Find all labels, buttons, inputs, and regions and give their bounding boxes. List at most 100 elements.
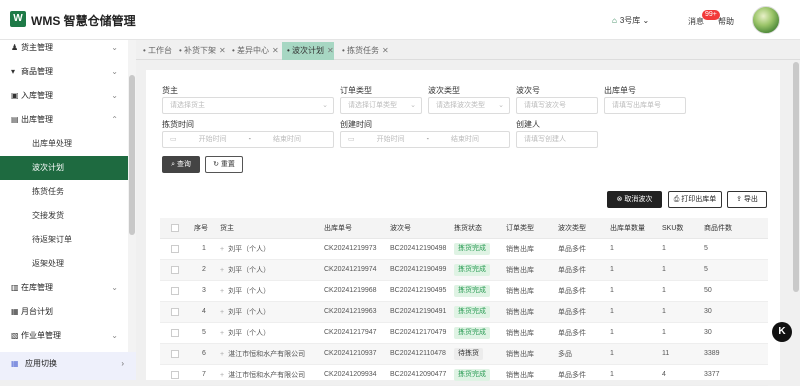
sidebar-item-handover[interactable]: 交接发货 [0, 204, 128, 228]
help-link[interactable]: 帮助 [718, 16, 734, 27]
app-switch[interactable]: ▦ 应用切换 › [0, 352, 136, 380]
query-button[interactable]: ⌕ 查询 [162, 156, 200, 173]
row-wave-type: 单品多件 [556, 238, 608, 260]
select-all-checkbox[interactable] [160, 218, 192, 239]
close-icon[interactable]: ✕ [272, 46, 279, 55]
creator-input[interactable]: 请填写创建人 [516, 131, 598, 148]
row-checkbox[interactable] [160, 259, 192, 281]
row-wave-no: BC202412170479 [388, 322, 452, 344]
sidebar-item-inventory[interactable]: ▥ 在库管理 ⌄ [0, 276, 128, 300]
warehouse-selector[interactable]: ⌂ 3号库 ⌄ [612, 15, 649, 26]
table-row[interactable]: 2 + 刘平（个人） CK20241219974 BC202412190499 拣货完成 销… [160, 259, 768, 281]
expand-icon[interactable]: + [220, 246, 224, 253]
row-owner-cell: + 刘平（个人） [218, 238, 322, 260]
sidebar-item-return-process[interactable]: 返架处理 [0, 252, 128, 276]
pick-time-range[interactable]: ▭ 开始时间 - 结束时间 [162, 131, 334, 148]
row-order-type: 销售出库 [504, 259, 556, 281]
sidebar-item-wave-plan[interactable]: 波次计划 [0, 156, 128, 180]
messages-link[interactable]: 消息 [688, 16, 704, 27]
status-badge: 拣货完成 [454, 242, 490, 255]
sidebar-item-picking-task[interactable]: 拣货任务 [0, 180, 128, 204]
sidebar-item-inbound[interactable]: ▣ 入库管理 ⌄ [0, 84, 128, 108]
app-logo: W [10, 11, 26, 27]
close-icon[interactable]: ✕ [327, 46, 334, 55]
wave-no-label: 波次号 [516, 86, 540, 95]
tab-replenish[interactable]: • 补货下架 ✕ [174, 42, 226, 60]
row-no: 3 [192, 280, 218, 302]
table-row[interactable]: 5 + 刘平（个人） CK20241217947 BC202412170479 拣货完成 销… [160, 322, 768, 344]
outbound-no-label: 出库单号 [604, 86, 636, 95]
tab-wave-plan[interactable]: • 波次计划 ✕ [282, 42, 334, 60]
wave-type-select[interactable]: 请选择波次类型 ⌄ [428, 97, 510, 114]
row-wave-no: BC202412190499 [388, 259, 452, 281]
row-checkbox[interactable] [160, 280, 192, 302]
expand-icon[interactable]: + [220, 288, 224, 295]
app-title: WMS 智慧仓储管理 [31, 14, 136, 28]
row-item-count: 30 [702, 301, 768, 323]
expand-icon[interactable]: + [220, 267, 224, 274]
row-checkbox[interactable] [160, 322, 192, 344]
export-button[interactable]: ⇪ 导出 [727, 191, 767, 208]
tab-workbench[interactable]: • 工作台 [138, 42, 172, 60]
row-owner-cell: + 刘平（个人） [218, 259, 322, 281]
assistant-float-button[interactable]: K [772, 322, 792, 342]
wave-table: 序号 货主 出库单号 波次号 拣货状态 订单类型 波次类型 出库单数量 SKU数… [160, 218, 768, 386]
row-outbound-no: CK20241210937 [322, 343, 388, 365]
table-row[interactable]: 4 + 刘平（个人） CK20241219963 BC202412190491 拣货完成 销… [160, 301, 768, 323]
row-checkbox[interactable] [160, 238, 192, 260]
row-outbound-qty: 1 [608, 364, 660, 386]
owner-select[interactable]: 请选择货主 ⌄ [162, 97, 334, 114]
expand-icon[interactable]: + [220, 330, 224, 337]
outbound-no-input[interactable]: 请填写出库单号 [604, 97, 686, 114]
workorder-icon: ▧ [11, 331, 19, 340]
row-sku-count: 4 [660, 364, 702, 386]
main-scrollbar-thumb[interactable] [793, 62, 799, 292]
sidebar-item-outbound-orders[interactable]: 出库单处理 [0, 132, 128, 156]
row-checkbox[interactable] [160, 301, 192, 323]
print-outbound-button[interactable]: ⎙ 打印出库单 [668, 191, 722, 208]
row-outbound-qty: 1 [608, 301, 660, 323]
close-icon[interactable]: ✕ [382, 46, 389, 55]
row-item-count: 50 [702, 280, 768, 302]
col-wave-type: 波次类型 [556, 218, 608, 239]
table-row[interactable]: 7 + 湛江市恒和水产有限公司 CK20241209934 BC202412090477… [160, 364, 768, 386]
table-row[interactable]: 6 + 湛江市恒和水产有限公司 CK20241210937 BC202412110478… [160, 343, 768, 365]
tab-picking-task[interactable]: • 拣货任务 ✕ [337, 42, 389, 60]
table-row[interactable]: 3 + 刘平（个人） CK20241219968 BC202412190495 拣货完成 销… [160, 280, 768, 302]
tab-difference[interactable]: • 差异中心 ✕ [227, 42, 279, 60]
row-sku-count: 1 [660, 259, 702, 281]
row-item-count: 5 [702, 238, 768, 260]
close-icon[interactable]: ✕ [219, 46, 226, 55]
warehouse-icon: ⌂ [612, 16, 617, 25]
chevron-up-icon: ⌃ [111, 115, 118, 124]
avatar[interactable] [752, 6, 780, 34]
sidebar-item-goods[interactable]: ▾ 商品管理 ⌄ [0, 60, 128, 84]
row-outbound-qty: 1 [608, 259, 660, 281]
sidebar-item-owner[interactable]: ♟ 货主管理 ⌄ [0, 36, 128, 60]
order-type-select[interactable]: 请选择订单类型 ⌄ [340, 97, 422, 114]
create-time-range[interactable]: ▭ 开始时间 - 结束时间 [340, 131, 510, 148]
row-checkbox[interactable] [160, 364, 192, 386]
col-owner: 货主 [218, 218, 322, 239]
table-row[interactable]: 1 + 刘平（个人） CK20241219973 BC202412190498 拣货完成销… [160, 238, 768, 260]
sidebar-item-dock[interactable]: ▦ 月台计划 [0, 300, 128, 324]
row-owner-cell: + 刘平（个人） [218, 280, 322, 302]
wave-no-input[interactable]: 请填写波次号 [516, 97, 598, 114]
expand-icon[interactable]: + [220, 351, 224, 358]
expand-icon[interactable]: + [220, 372, 224, 379]
chevron-down-icon: ⌄ [111, 331, 118, 340]
row-sku-count: 1 [660, 280, 702, 302]
cancel-circle-icon: ⊗ [616, 196, 623, 203]
row-checkbox[interactable] [160, 343, 192, 365]
row-outbound-qty: 1 [608, 238, 660, 260]
sidebar-item-workorder[interactable]: ▧ 作业单管理 ⌄ [0, 324, 128, 348]
reset-button[interactable]: ↻ 重置 [205, 156, 243, 173]
sidebar-scrollbar-thumb[interactable] [129, 75, 135, 235]
row-outbound-no: CK20241219974 [322, 259, 388, 281]
sidebar-item-outbound[interactable]: ▤ 出库管理 ⌃ [0, 108, 128, 132]
row-sku-count: 11 [660, 343, 702, 365]
row-wave-no: BC202412190495 [388, 280, 452, 302]
cancel-wave-button[interactable]: ⊗ 取消波次 [607, 191, 662, 208]
expand-icon[interactable]: + [220, 309, 224, 316]
sidebar-item-pending-return[interactable]: 待返架订单 [0, 228, 128, 252]
